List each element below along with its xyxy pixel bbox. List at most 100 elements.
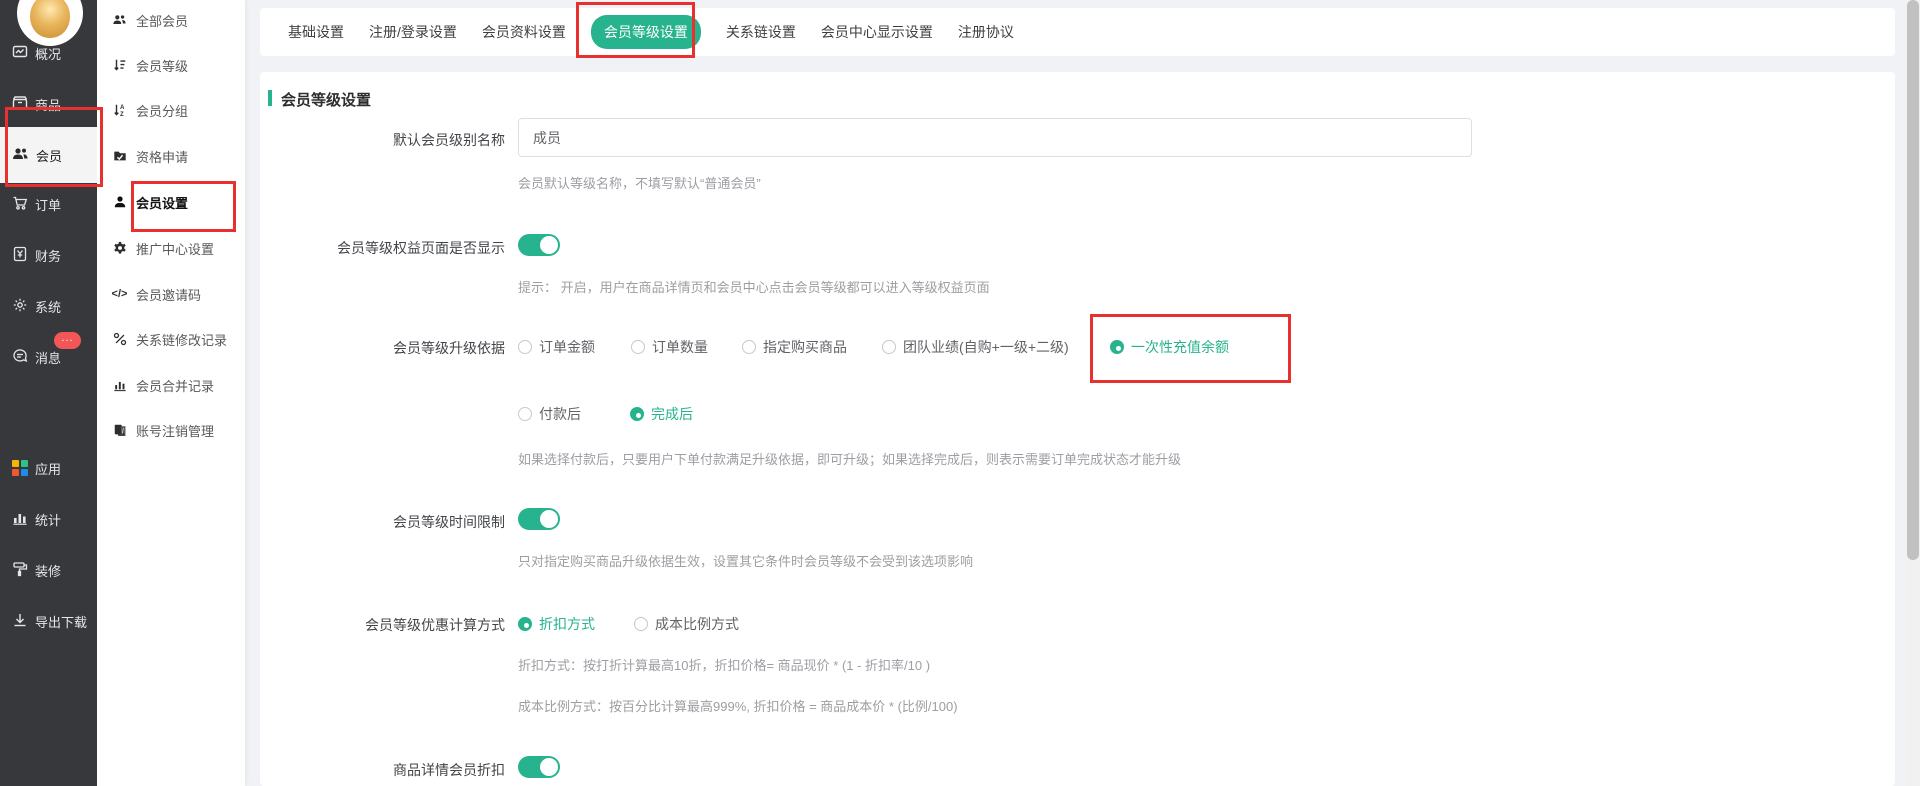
default-level-name-help: 会员默认等级名称，不填写默认“普通会员” bbox=[518, 173, 761, 192]
promotion-settings-icon bbox=[112, 241, 127, 256]
submenu-item-all-members[interactable]: 全部会员 bbox=[97, 2, 245, 38]
member-level-icon bbox=[112, 58, 127, 73]
submenu-item-label: 资格申请 bbox=[136, 147, 188, 166]
radio-icon bbox=[631, 340, 645, 354]
level-time-limit-toggle[interactable] bbox=[518, 508, 560, 530]
sidebar-item-label: 订单 bbox=[35, 195, 61, 214]
discount-calc-label: 会员等级优惠计算方式 bbox=[275, 615, 505, 635]
toggle-knob bbox=[540, 236, 558, 254]
all-members-icon bbox=[112, 13, 127, 28]
submenu-item-promotion-settings[interactable]: 推广中心设置 bbox=[97, 230, 245, 266]
message-icon bbox=[12, 348, 28, 367]
section-title-bar bbox=[268, 90, 272, 106]
radio-team-performance[interactable]: 团队业绩(自购+一级+二级) bbox=[882, 337, 1069, 357]
radio-icon bbox=[630, 407, 644, 421]
submenu-item-label: 账号注销管理 bbox=[136, 421, 214, 440]
sidebar-item-label: 导出下载 bbox=[35, 612, 87, 631]
members-icon bbox=[12, 146, 29, 165]
tab-register-login-settings[interactable]: 注册/登录设置 bbox=[369, 22, 457, 42]
sidebar-item-export[interactable]: 导出下载 bbox=[0, 601, 97, 641]
upgrade-timing-help: 如果选择付款后，只要用户下单付款满足升级依据，即可升级；如果选择完成后，则表示需… bbox=[518, 449, 1181, 468]
invite-code-icon: </> bbox=[112, 287, 127, 302]
radio-one-time-recharge[interactable]: 一次性充值余额 bbox=[1110, 337, 1229, 357]
sidebar-item-goods[interactable]: 商品 bbox=[0, 84, 97, 124]
section-title: 会员等级设置 bbox=[281, 89, 371, 110]
tab-member-level-settings[interactable]: 会员等级设置 bbox=[591, 15, 701, 49]
sidebar-item-system[interactable]: 系统 bbox=[0, 286, 97, 326]
account-cancel-icon bbox=[112, 423, 127, 438]
sidebar-item-overview[interactable]: 概况 bbox=[0, 33, 97, 73]
radio-order-quantity[interactable]: 订单数量 bbox=[631, 337, 708, 357]
submenu-item-member-group[interactable]: AZ 会员分组 bbox=[97, 92, 245, 128]
level-time-limit-label: 会员等级时间限制 bbox=[275, 512, 505, 532]
submenu-item-invite-code[interactable]: </> 会员邀请码 bbox=[97, 276, 245, 312]
submenu-item-member-settings[interactable]: 会员设置 bbox=[97, 184, 245, 220]
submenu-item-label: 会员设置 bbox=[136, 193, 188, 212]
radio-after-payment[interactable]: 付款后 bbox=[518, 404, 581, 424]
radio-icon bbox=[1110, 340, 1124, 354]
submenu-item-label: 关系链修改记录 bbox=[136, 330, 227, 349]
sidebar-item-apps[interactable]: 应用 bbox=[0, 448, 97, 488]
finance-icon bbox=[12, 246, 28, 265]
level-time-limit-help: 只对指定购买商品升级依据生效，设置其它条件时会员等级不会受到该选项影响 bbox=[518, 551, 973, 570]
radio-cost-ratio-mode[interactable]: 成本比例方式 bbox=[634, 614, 739, 634]
sidebar-item-orders[interactable]: 订单 bbox=[0, 184, 97, 224]
submenu-item-label: 会员邀请码 bbox=[136, 285, 201, 304]
member-settings-icon bbox=[112, 195, 127, 210]
tab-register-agreement[interactable]: 注册协议 bbox=[958, 22, 1014, 42]
sidebar-item-label: 装修 bbox=[35, 561, 61, 580]
benefit-page-visible-toggle[interactable] bbox=[518, 234, 560, 256]
default-level-name-label: 默认会员级别名称 bbox=[275, 130, 505, 150]
benefit-page-visible-label: 会员等级权益页面是否显示 bbox=[275, 238, 505, 258]
radio-icon bbox=[742, 340, 756, 354]
default-level-name-input[interactable] bbox=[518, 118, 1472, 157]
product-detail-discount-label: 商品详情会员折扣 bbox=[275, 760, 505, 780]
merge-record-icon bbox=[112, 378, 127, 393]
submenu-item-member-level[interactable]: 会员等级 bbox=[97, 47, 245, 83]
radio-icon bbox=[518, 340, 532, 354]
radio-specified-product[interactable]: 指定购买商品 bbox=[742, 337, 847, 357]
scrollbar-thumb[interactable] bbox=[1907, 0, 1919, 560]
overview-icon bbox=[12, 44, 28, 63]
submenu-item-label: 全部会员 bbox=[136, 11, 188, 30]
submenu-item-qualification[interactable]: 资格申请 bbox=[97, 138, 245, 174]
member-level-settings-card bbox=[260, 72, 1895, 786]
upgrade-basis-label: 会员等级升级依据 bbox=[275, 338, 505, 358]
sidebar-item-label: 系统 bbox=[35, 297, 61, 316]
sidebar-item-decorate[interactable]: 装修 bbox=[0, 550, 97, 590]
sidebar-item-label: 统计 bbox=[35, 510, 61, 529]
radio-discount-mode[interactable]: 折扣方式 bbox=[518, 614, 595, 634]
submenu-item-label: 推广中心设置 bbox=[136, 239, 214, 258]
radio-order-amount[interactable]: 订单金额 bbox=[518, 337, 595, 357]
submenu-item-relation-log[interactable]: 关系链修改记录 bbox=[97, 321, 245, 357]
tab-relation-chain-settings[interactable]: 关系链设置 bbox=[726, 22, 796, 42]
submenu-item-label: 会员分组 bbox=[136, 101, 188, 120]
goods-icon bbox=[12, 95, 28, 114]
member-submenu: 全部会员 会员等级 AZ 会员分组 资格申请 会员设置 推广中心设置 </> 会… bbox=[97, 0, 245, 786]
product-detail-discount-toggle[interactable] bbox=[518, 756, 560, 778]
benefit-page-visible-help: 提示： 开启，用户在商品详情页和会员中心点击会员等级都可以进入等级权益页面 bbox=[518, 277, 990, 296]
radio-after-completion[interactable]: 完成后 bbox=[630, 404, 693, 424]
submenu-item-label: 会员等级 bbox=[136, 56, 188, 75]
system-icon bbox=[12, 297, 28, 316]
apps-icon bbox=[12, 460, 28, 476]
member-group-icon: AZ bbox=[112, 103, 127, 118]
page: 概况 商品 会员 订单 财务 系统 消息 ... 应用 bbox=[0, 0, 1920, 786]
main-sidebar: 概况 商品 会员 订单 财务 系统 消息 ... 应用 bbox=[0, 0, 97, 786]
sidebar-item-stats[interactable]: 统计 bbox=[0, 499, 97, 539]
sidebar-item-label: 应用 bbox=[35, 459, 61, 478]
discount-mode-help: 折扣方式：按打折计算最高10折，折扣价格= 商品现价 * (1 - 折扣率/10… bbox=[518, 655, 930, 674]
radio-icon bbox=[518, 407, 532, 421]
sidebar-item-messages[interactable]: 消息 bbox=[0, 337, 97, 377]
tab-basic-settings[interactable]: 基础设置 bbox=[288, 22, 344, 42]
submenu-item-account-cancel[interactable]: 账号注销管理 bbox=[97, 412, 245, 448]
scrollbar-track bbox=[1906, 0, 1920, 786]
tab-member-center-display-settings[interactable]: 会员中心显示设置 bbox=[821, 22, 933, 42]
toggle-knob bbox=[540, 758, 558, 776]
sidebar-item-finance[interactable]: 财务 bbox=[0, 235, 97, 275]
sidebar-item-label: 会员 bbox=[36, 146, 62, 165]
sidebar-item-members[interactable]: 会员 bbox=[0, 127, 97, 183]
tab-member-profile-settings[interactable]: 会员资料设置 bbox=[482, 22, 566, 42]
submenu-item-merge-record[interactable]: 会员合并记录 bbox=[97, 367, 245, 403]
radio-icon bbox=[518, 617, 532, 631]
